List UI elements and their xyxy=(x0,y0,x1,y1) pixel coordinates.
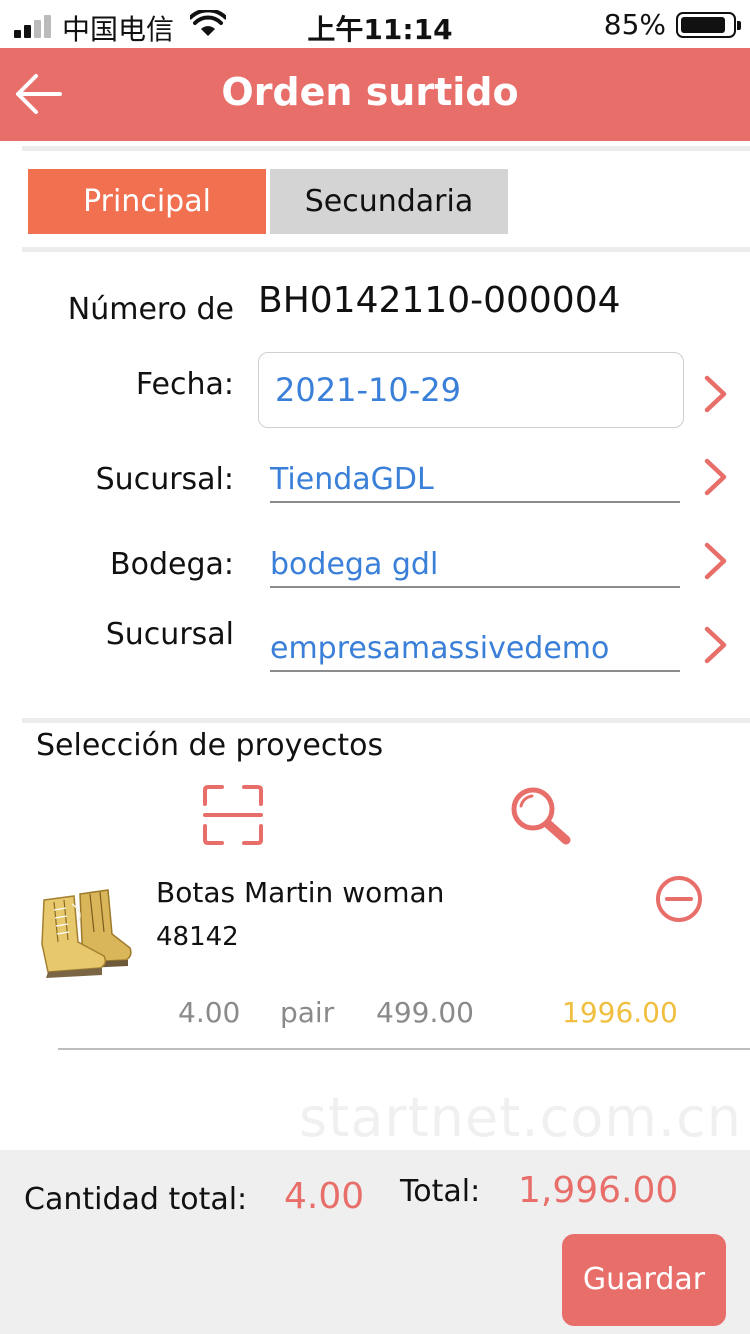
warehouse-field[interactable]: bodega gdl xyxy=(270,547,680,588)
warehouse-label: Bodega: xyxy=(110,547,234,582)
tab-principal[interactable]: Principal xyxy=(28,169,266,234)
order-number: BH0142110-000004 xyxy=(258,280,621,321)
chevron-right-icon[interactable] xyxy=(700,374,730,414)
chevron-right-icon[interactable] xyxy=(700,457,730,497)
product-image xyxy=(41,889,132,978)
watermark: startnet.com.cn xyxy=(299,1086,742,1149)
total-value: 1,996.00 xyxy=(518,1170,679,1211)
product-code: 48142 xyxy=(156,922,239,952)
section-title: Selección de proyectos xyxy=(36,728,384,763)
total-label: Total: xyxy=(400,1174,481,1209)
divider xyxy=(22,718,750,723)
item-amount: 1996.00 xyxy=(562,996,678,1029)
number-label: Número de xyxy=(67,292,234,327)
date-field[interactable]: 2021-10-29 xyxy=(258,352,684,428)
scan-icon[interactable] xyxy=(202,784,264,846)
battery-icon xyxy=(676,12,741,38)
branch-field[interactable]: TiendaGDL xyxy=(270,462,680,503)
divider xyxy=(22,146,750,151)
minus-circle-icon[interactable] xyxy=(654,874,704,924)
app-header: Orden surtido xyxy=(0,48,750,141)
chevron-right-icon[interactable] xyxy=(700,541,730,581)
tab-secundaria[interactable]: Secundaria xyxy=(270,169,508,234)
item-price: 499.00 xyxy=(376,996,474,1029)
date-label: Fecha: xyxy=(135,367,234,402)
status-bar: 中国电信 上午11:14 85% xyxy=(0,0,750,48)
item-unit: pair xyxy=(280,996,335,1029)
total-quantity-value: 4.00 xyxy=(284,1176,365,1217)
footer-bar: Cantidad total: 4.00 Total: 1,996.00 Gua… xyxy=(0,1150,750,1334)
chevron-right-icon[interactable] xyxy=(700,625,730,665)
item-quantity: 4.00 xyxy=(178,996,241,1029)
battery-percent: 85% xyxy=(603,8,666,41)
divider xyxy=(22,247,750,252)
total-quantity-label: Cantidad total: xyxy=(24,1182,248,1217)
company-label: Sucursal xyxy=(105,617,234,652)
branch-label: Sucursal: xyxy=(95,462,234,497)
search-icon[interactable] xyxy=(508,786,574,846)
row-divider xyxy=(58,1048,750,1050)
product-name: Botas Martin woman xyxy=(156,876,445,909)
save-button[interactable]: Guardar xyxy=(562,1234,726,1326)
company-field[interactable]: empresamassivedemo xyxy=(270,631,680,672)
page-title: Orden surtido xyxy=(221,70,519,114)
